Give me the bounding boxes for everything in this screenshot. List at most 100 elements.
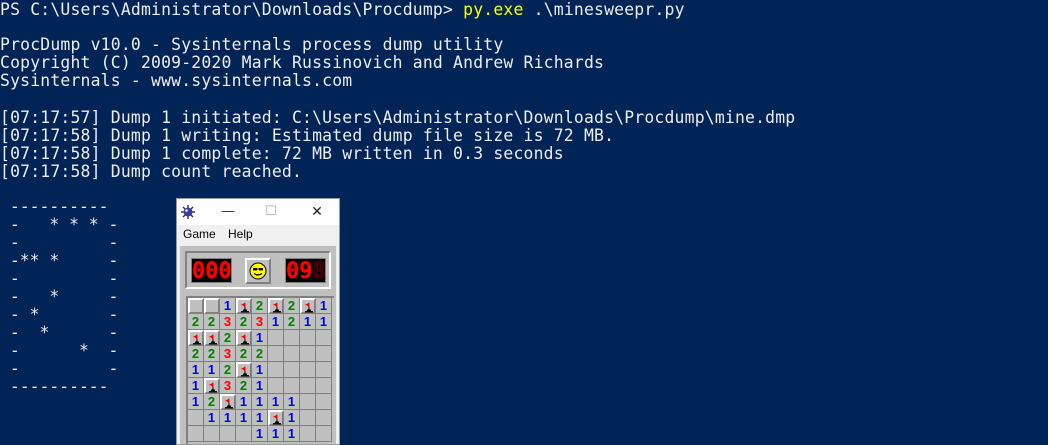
grid-cell-number[interactable]: 2 [220,362,236,378]
grid-cell-number[interactable]: 1 [316,298,332,314]
grid-cell-flagged[interactable] [236,362,252,378]
grid-cell-empty[interactable] [300,330,316,346]
menu-game[interactable]: Game [183,226,216,242]
grid-cell-number[interactable]: 2 [236,346,252,362]
grid-cell-number[interactable]: 3 [220,346,236,362]
grid-cell-empty[interactable] [316,394,332,410]
grid-cell-empty[interactable] [300,426,316,442]
grid-cell-empty[interactable] [316,330,332,346]
grid-cell-empty[interactable] [236,426,252,442]
grid-cell-flagged[interactable] [204,330,220,346]
grid-cell-number[interactable]: 1 [220,410,236,426]
grid-cell-number[interactable]: 1 [252,330,268,346]
grid-cell-flagged[interactable] [204,378,220,394]
grid-cell-number[interactable]: 1 [252,426,268,442]
grid-cell-empty[interactable] [316,362,332,378]
grid-cell-empty[interactable] [284,378,300,394]
grid-cell-number[interactable]: 2 [284,314,300,330]
grid-cell-number[interactable]: 3 [220,314,236,330]
ascii-row: - * - [0,323,119,342]
grid-cell-empty[interactable] [188,410,204,426]
grid-cell-number[interactable]: 1 [204,410,220,426]
grid-cell-number[interactable]: 1 [268,394,284,410]
grid-cell-number[interactable]: 1 [268,314,284,330]
grid-cell-flagged[interactable] [188,330,204,346]
grid-cell-empty[interactable] [268,346,284,362]
grid-cell-covered[interactable] [188,298,204,314]
grid-cell-number[interactable]: 2 [220,330,236,346]
ascii-row: - * - [0,287,119,306]
grid-cell-empty[interactable] [300,346,316,362]
grid-cell-number[interactable]: 2 [188,314,204,330]
grid-cell-number[interactable]: 1 [268,426,284,442]
grid-cell-number[interactable]: 2 [204,346,220,362]
grid-cell-empty[interactable] [284,362,300,378]
grid-cell-number[interactable]: 3 [220,378,236,394]
timer-display: 098 [285,258,326,284]
grid-cell-empty[interactable] [316,378,332,394]
grid-cell-flagged[interactable] [236,298,252,314]
grid-cell-empty[interactable] [268,330,284,346]
grid-cell-number[interactable]: 1 [252,394,268,410]
status-panel: 000 098 [185,251,331,289]
grid-cell-flagged[interactable] [300,298,316,314]
grid-cell-number[interactable]: 1 [236,394,252,410]
grid-cell-number[interactable]: 1 [220,298,236,314]
grid-cell-empty[interactable] [204,426,220,442]
grid-cell-number[interactable]: 1 [252,362,268,378]
grid-cell-flagged[interactable] [268,298,284,314]
grid-cell-number[interactable]: 1 [284,426,300,442]
minefield-grid[interactable]: 1221223231211212232211211321121111111111… [186,296,334,444]
grid-cell-number[interactable]: 2 [204,314,220,330]
grid-cell-empty[interactable] [284,330,300,346]
grid-cell-empty[interactable] [268,362,284,378]
grid-cell-empty[interactable] [300,378,316,394]
menu-help[interactable]: Help [228,226,253,242]
grid-cell-empty[interactable] [300,394,316,410]
grid-cell-number[interactable]: 2 [188,346,204,362]
grid-cell-number[interactable]: 1 [300,314,316,330]
new-game-button[interactable] [245,258,271,284]
grid-cell-number[interactable]: 2 [236,314,252,330]
grid-cell-flagged[interactable] [236,330,252,346]
grid-cell-number[interactable]: 2 [252,346,268,362]
maximize-button[interactable]: ☐ [259,201,283,221]
grid-cell-number[interactable]: 1 [316,314,332,330]
close-button[interactable]: ✕ [305,201,329,221]
grid-cell-number[interactable]: 1 [236,410,252,426]
grid-cell-empty[interactable] [300,362,316,378]
grid-cell-number[interactable]: 1 [284,394,300,410]
ascii-row: - * * * - [0,215,119,234]
minesweeper-window[interactable]: — ☐ ✕ Game Help 000 098 1 2 2 1 2 2 3 2 … [176,198,340,445]
menu-bar: Game Help [177,225,339,243]
grid-cell-empty[interactable] [284,346,300,362]
grid-cell-empty[interactable] [188,426,204,442]
powershell-terminal[interactable]: PS C:\Users\Administrator\Downloads\Proc… [0,0,1048,445]
grid-cell-number[interactable]: 2 [252,298,268,314]
grid-cell-empty[interactable] [300,410,316,426]
grid-cell-number[interactable]: 2 [284,298,300,314]
grid-cell-covered[interactable] [204,298,220,314]
grid-cell-number[interactable]: 1 [188,362,204,378]
grid-cell-number[interactable]: 3 [252,314,268,330]
grid-cell-empty[interactable] [316,426,332,442]
grid-cell-number[interactable]: 1 [188,378,204,394]
ascii-row: ---------- [0,197,109,216]
grid-cell-number[interactable]: 1 [284,410,300,426]
grid-cell-empty[interactable] [220,426,236,442]
grid-cell-empty[interactable] [316,346,332,362]
grid-cell-number[interactable]: 1 [188,394,204,410]
ascii-row: - - [0,269,119,288]
grid-cell-empty[interactable] [268,378,284,394]
grid-cell-number[interactable]: 1 [252,378,268,394]
title-bar[interactable]: — ☐ ✕ [177,199,339,225]
grid-cell-number[interactable]: 2 [236,378,252,394]
grid-cell-number[interactable]: 1 [252,410,268,426]
grid-cell-flagged[interactable] [268,410,284,426]
grid-cell-number[interactable]: 2 [204,394,220,410]
ascii-row: - * - [0,305,119,324]
grid-cell-flagged[interactable] [220,394,236,410]
grid-cell-empty[interactable] [316,410,332,426]
grid-cell-number[interactable]: 1 [204,362,220,378]
minimize-button[interactable]: — [216,201,240,221]
